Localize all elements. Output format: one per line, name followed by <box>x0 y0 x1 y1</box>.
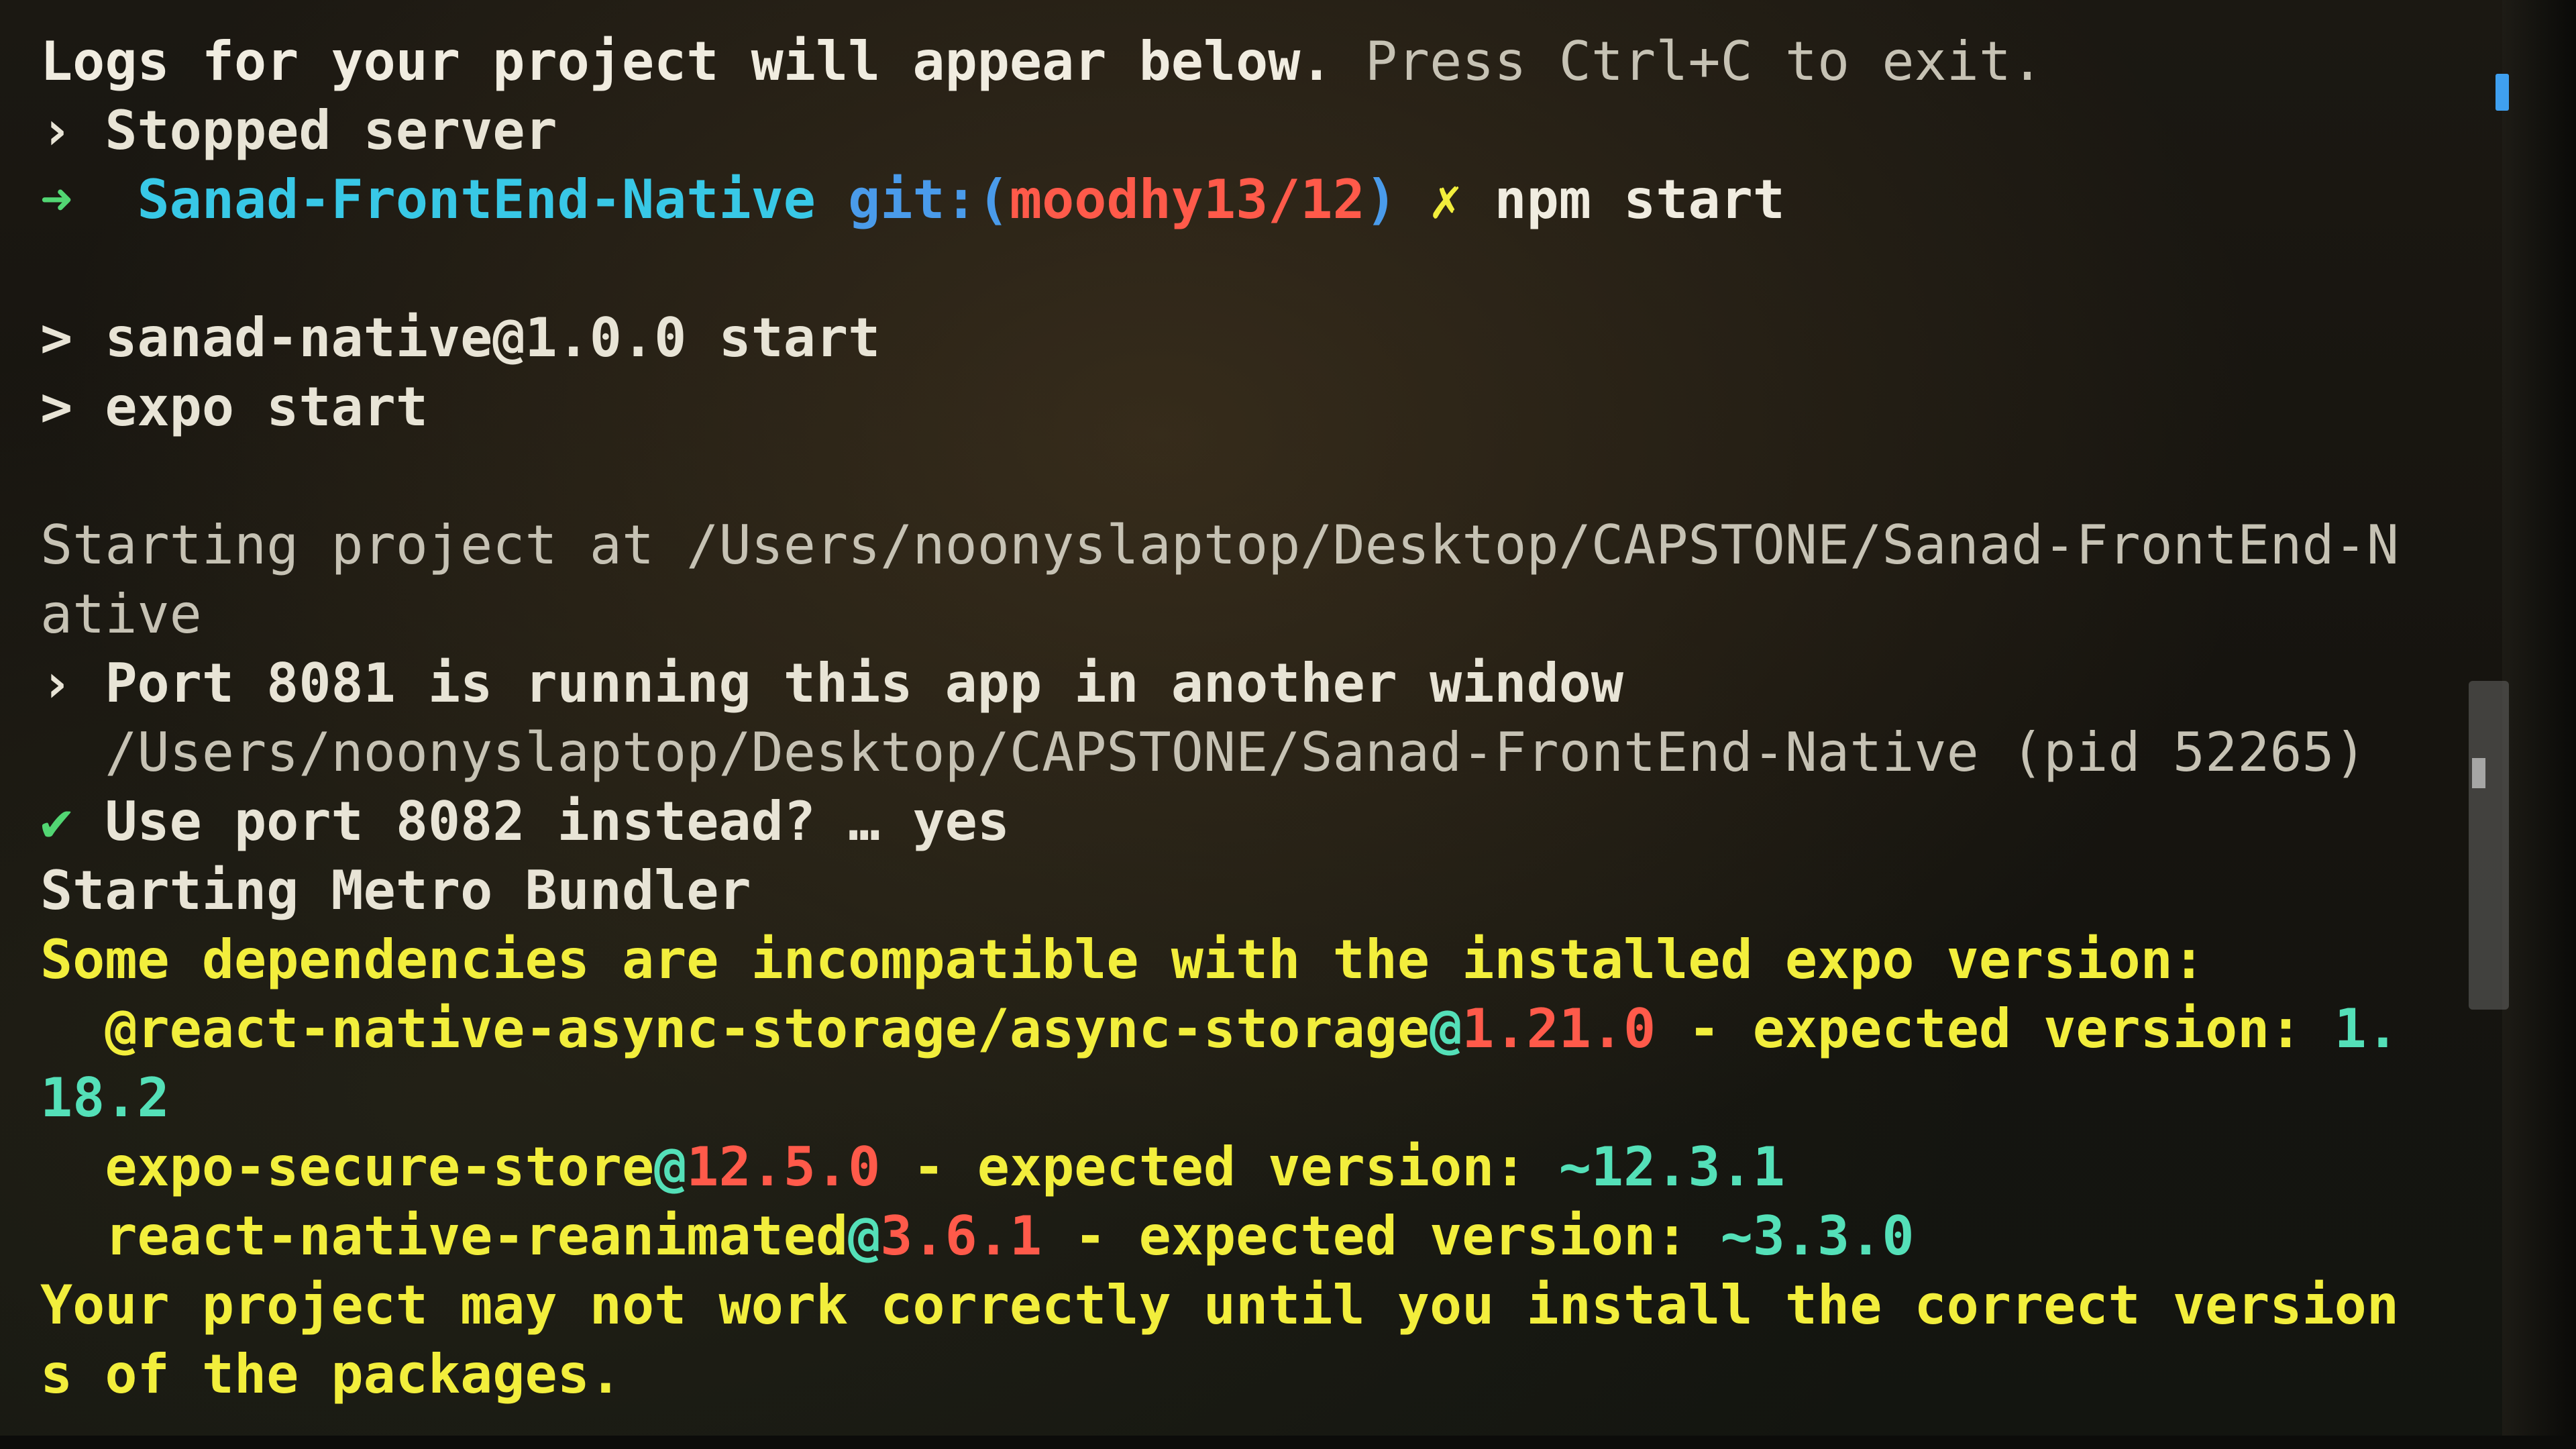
prompt-directory: Sanad-FrontEnd-Native <box>137 168 816 231</box>
port-warning-line: › Port 8081 is running this app in anoth… <box>40 652 1624 714</box>
starting-project-line-wrap: ative <box>40 583 202 645</box>
terminal-output[interactable]: Logs for your project will appear below.… <box>40 27 2428 1436</box>
dirty-mark-icon: ✗ <box>1430 168 1462 231</box>
prompt-command: npm start <box>1494 168 1785 231</box>
shell-prompt-line: ➜ Sanad-FrontEnd-Native git:(moodhy13/12… <box>40 168 1785 231</box>
terminal-window: Logs for your project will appear below.… <box>0 0 2576 1449</box>
scroll-marker-icon <box>2496 74 2509 111</box>
scrollbar[interactable] <box>2469 681 2509 1010</box>
dependency-secure-store: expo-secure-store@12.5.0 - expected vers… <box>105 1136 1785 1198</box>
log-intro-line: Logs for your project will appear below.… <box>40 30 2044 93</box>
port-pid-line: /Users/noonyslaptop/Desktop/CAPSTONE/San… <box>40 721 2367 784</box>
window-edge <box>2502 0 2576 1449</box>
git-label: git:( <box>848 168 1010 231</box>
npm-script-line: > sanad-native@1.0.0 start <box>40 307 881 369</box>
stopped-server-line: › Stopped server <box>40 99 557 162</box>
npm-command-line: > expo start <box>40 376 428 438</box>
dependency-reanimated: react-native-reanimated@3.6.1 - expected… <box>105 1205 1915 1267</box>
chevron-right-icon: › <box>40 99 73 162</box>
prompt-arrow-icon: ➜ <box>40 168 73 231</box>
closing-warning-line-wrap: s of the packages. <box>40 1343 622 1405</box>
git-branch: moodhy13/12 <box>1009 168 1365 231</box>
incompatible-warning-line: Some dependencies are incompatible with … <box>40 928 2205 991</box>
checkmark-icon: ✔ <box>40 790 73 853</box>
starting-project-line: Starting project at /Users/noonyslaptop/… <box>40 514 2399 576</box>
chevron-right-icon: › <box>40 652 73 714</box>
closing-warning-line: Your project may not work correctly unti… <box>40 1274 2399 1336</box>
dependency-async-storage: @react-native-async-storage/async-storag… <box>105 998 2399 1060</box>
use-port-line: ✔ Use port 8082 instead? … yes <box>40 790 1010 853</box>
metro-line: Starting Metro Bundler <box>40 859 751 922</box>
dependency-async-storage-wrap: 18.2 <box>40 1067 170 1129</box>
scrollbar-thumb[interactable] <box>2472 758 2485 788</box>
screen-bottom-edge <box>0 1436 2576 1449</box>
